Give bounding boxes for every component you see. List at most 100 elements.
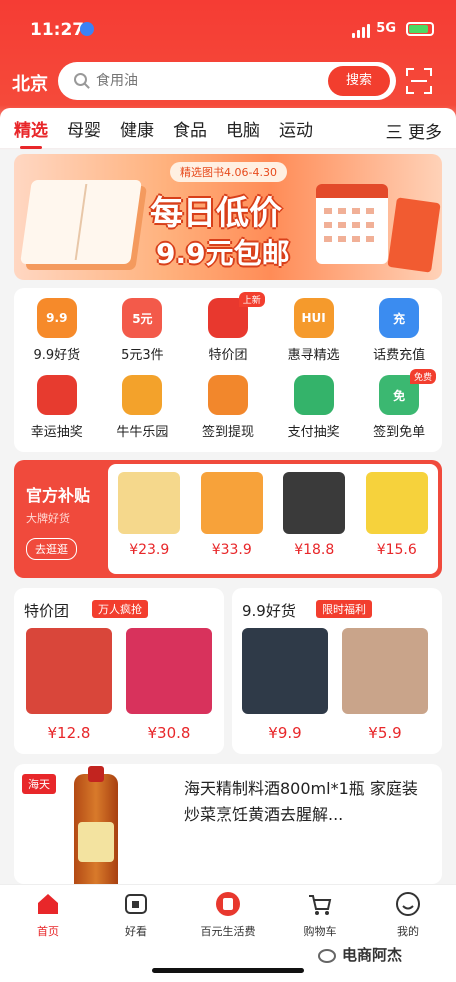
quick-icon: HUI [293,298,334,338]
product-price: ¥18.8 [294,542,335,558]
quick-icon: 5元 [122,298,163,338]
subsidy-header: 官方补贴 大牌好货 去逛逛 [14,460,110,578]
product-title: 海天精制料酒800ml*1瓶 家庭装炒菜烹饪黄酒去腥解... [184,779,418,824]
banner-title: 每日低价 [150,193,282,232]
quick-icon-glyph: 9.9 [46,311,68,325]
quick-icon-label: 9.9好货 [33,348,81,363]
quick-icon [36,375,77,415]
search-button[interactable]: 搜索 [328,66,390,96]
nav-label: 好看 [125,925,147,938]
product-price: ¥15.6 [376,542,417,558]
nav-home[interactable]: 首页 [8,891,88,939]
nav-cart[interactable]: 购物车 [280,891,360,939]
subsidy-title: 官方补贴 [26,486,91,505]
status-bar: 11:27 5G [0,0,456,58]
quick-icon-label: 支付抽奖 [287,425,340,440]
product-image [74,766,118,884]
tab-computer[interactable]: 电脑 [226,116,260,141]
official-subsidy-section[interactable]: 官方补贴 大牌好货 去逛逛 ¥23.9 ¥33.9 ¥18.8 ¥15.6 [14,460,442,578]
location-arrow-icon [80,22,94,36]
product-item[interactable]: ¥33.9 [194,464,270,574]
product-item[interactable]: ¥5.9 [340,628,430,742]
status-time: 11:27 [30,20,85,40]
watermark-text: 电商阿杰 [342,946,403,964]
quick-icon-item[interactable]: 签到提现 [185,375,271,449]
watermark: 电商阿杰 [318,944,402,965]
product-price: ¥23.9 [129,542,170,558]
nav-living-allowance[interactable]: 百元生活费 [188,891,268,939]
product-image [118,472,181,534]
wechat-icon [318,948,336,963]
smile-icon [395,891,421,917]
banner-date-pill: 精选图书4.06-4.30 [170,162,287,182]
quick-icon-label: 牛牛乐园 [116,425,169,440]
subsidy-go-button[interactable]: 去逛逛 [26,538,77,560]
banner-subtitle: 9.9元包邮 [156,237,290,270]
tab-sports[interactable]: 运动 [279,116,313,141]
quick-icon-item[interactable]: 牛牛乐园 [100,375,186,449]
battery-icon [406,22,434,36]
more-tabs-button[interactable]: 三 更多 [379,118,442,143]
category-tabs: 精选 母婴 健康 食品 电脑 运动 三 更多 [0,108,456,149]
quick-icon-item[interactable]: 免免费签到免单 [356,369,442,449]
tab-baby[interactable]: 母婴 [67,116,101,141]
product-item[interactable]: ¥15.6 [359,464,435,574]
quick-icon: 9.9 [36,298,77,338]
promo-banner[interactable]: 精选图书4.06-4.30 每日低价 9.9元包邮 [14,154,442,280]
product-image [242,628,328,714]
product-item[interactable]: ¥23.9 [111,464,187,574]
red-packet-icon [215,891,241,917]
home-icon [35,891,61,917]
tab-featured[interactable]: 精选 [14,116,48,149]
product-image [200,472,263,534]
tab-health[interactable]: 健康 [120,116,154,141]
quick-icon-item[interactable]: 9.9 9.9好货 [14,298,100,372]
nav-label: 我的 [397,925,419,938]
nav-label: 购物车 [303,925,337,938]
quick-icon-label: 话费充值 [373,348,426,363]
brand-badge: 海天 [22,774,56,794]
product-image [342,628,428,714]
quick-icon-item[interactable]: 充话费充值 [356,298,442,372]
city-selector[interactable]: 北京 [12,70,48,96]
good-deals-panel[interactable]: 9.9好货 限时福利 ¥9.9 ¥5.9 [232,588,442,754]
product-item[interactable]: ¥30.8 [124,628,214,742]
subsidy-products: ¥23.9 ¥33.9 ¥18.8 ¥15.6 [108,464,438,574]
product-item[interactable]: ¥12.8 [24,628,114,742]
quick-icon-glyph: 充 [393,311,406,326]
quick-icon-item[interactable]: 幸运抽奖 [14,375,100,449]
quick-icon-item[interactable]: 上新 特价团 [185,292,271,372]
quick-access-grid: 9.9 9.9好货 5元 5元3件 上新 特价团 HUI 惠寻精选 充话费充值幸运抽奖 牛牛乐园 签… [14,288,442,452]
product-price: ¥5.9 [368,724,402,742]
nav-label: 百元生活费 [200,925,256,938]
quick-icon-label: 签到免单 [373,425,426,440]
quick-icon-item[interactable]: 支付抽奖 [271,375,357,449]
quick-icon-label: 惠寻精选 [287,348,340,363]
quick-icon [207,375,248,415]
quick-icon-glyph: 免 [393,388,406,403]
search-input[interactable] [96,70,296,92]
subsidy-subtitle: 大牌好货 [26,512,70,525]
scan-icon[interactable] [406,68,432,94]
special-group-panel[interactable]: 特价团 万人疯抢 ¥12.8 ¥30.8 [14,588,224,754]
search-bar[interactable]: 搜索 [58,62,396,100]
cart-icon [307,891,333,917]
signal-icon [352,24,370,38]
tab-food[interactable]: 食品 [173,116,207,141]
quick-icon-item[interactable]: HUI 惠寻精选 [271,298,357,372]
quick-icon-badge: 免费 [409,369,436,384]
product-image [126,628,212,714]
video-icon [123,891,149,917]
product-item[interactable]: ¥18.8 [276,464,352,574]
nav-profile[interactable]: 我的 [368,891,448,939]
product-card[interactable]: 海天 海天精制料酒800ml*1瓶 家庭装炒菜烹饪黄酒去腥解... [14,764,442,884]
panel-title: 9.9好货 [242,602,296,620]
book-illustration [20,180,142,264]
quick-icon-label: 幸运抽奖 [30,425,83,440]
quick-icon-item[interactable]: 5元 5元3件 [100,298,186,372]
search-icon [74,73,87,86]
product-item[interactable]: ¥9.9 [240,628,330,742]
nav-watch[interactable]: 好看 [96,891,176,939]
panel-tag: 限时福利 [316,600,372,618]
product-price: ¥30.8 [147,724,191,742]
